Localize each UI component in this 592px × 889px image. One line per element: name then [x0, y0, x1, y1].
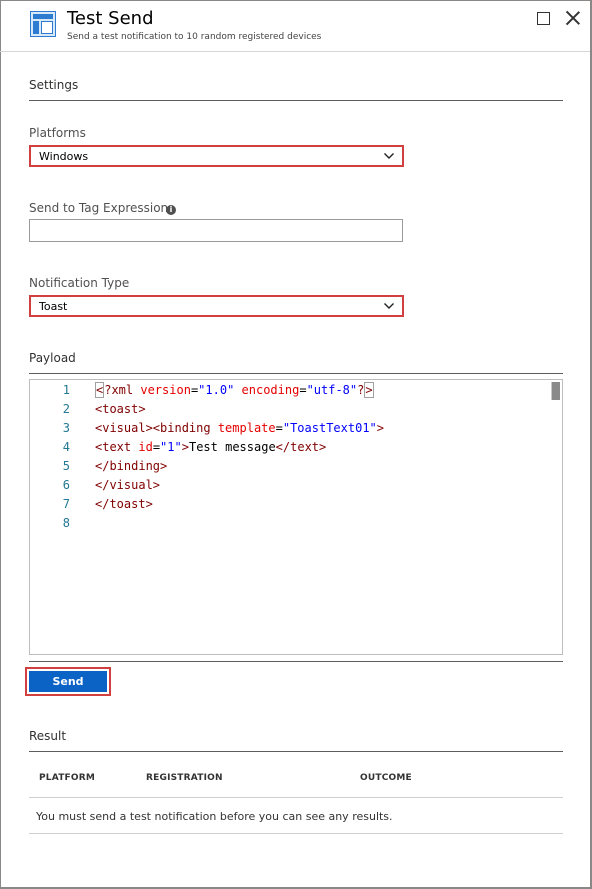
- line-number: 1: [62, 383, 70, 397]
- editor-line: 5 </binding>: [30, 459, 550, 478]
- editor-line: 7 </toast>: [30, 497, 550, 516]
- tag-expression-input[interactable]: [29, 219, 403, 242]
- platforms-selected-value: Windows: [39, 150, 89, 163]
- editor-line: 3 <visual><binding template="ToastText01…: [30, 421, 550, 440]
- page-subtitle: Send a test notification to 10 random re…: [67, 32, 322, 42]
- result-title: Result: [29, 729, 67, 743]
- code-line: <?xml version="1.0" encoding="utf-8"?>: [95, 382, 374, 398]
- line-number: 8: [62, 516, 70, 530]
- line-number: 3: [62, 421, 70, 435]
- line-number: 6: [62, 478, 70, 492]
- result-divider: [29, 751, 563, 752]
- send-button[interactable]: Send: [25, 667, 111, 696]
- editor-scrollbar[interactable]: [551, 382, 560, 400]
- column-header-platform: PLATFORM: [39, 773, 96, 783]
- send-button-label: Send: [29, 671, 107, 692]
- column-header-registration: REGISTRATION: [146, 773, 223, 783]
- platforms-label: Platforms: [29, 126, 86, 140]
- chevron-down-icon: [384, 153, 394, 159]
- blade-icon: [30, 11, 56, 37]
- tag-expression-label: Send to Tag Expression: [29, 201, 169, 215]
- maximize-icon[interactable]: [537, 12, 550, 25]
- column-header-outcome: OUTCOME: [360, 773, 412, 783]
- blade-header: Test Send Send a test notification to 10…: [0, 0, 590, 52]
- code-line: </binding>: [95, 459, 168, 473]
- code-line: </visual>: [95, 478, 161, 492]
- notification-type-selected-value: Toast: [39, 300, 68, 313]
- settings-divider: [29, 100, 563, 101]
- platforms-select[interactable]: Windows: [29, 145, 404, 167]
- settings-title: Settings: [29, 78, 79, 92]
- editor-line: 8: [30, 516, 550, 535]
- payload-divider: [29, 373, 563, 374]
- notification-type-label: Notification Type: [29, 276, 130, 290]
- code-line: <visual><binding template="ToastText01">: [95, 421, 385, 435]
- notification-type-select[interactable]: Toast: [29, 295, 404, 317]
- editor-line: 4 <text id="1">Test message</text>: [30, 440, 550, 459]
- code-line: <toast>: [95, 402, 146, 416]
- close-icon[interactable]: [565, 10, 581, 26]
- editor-line: 6 </visual>: [30, 478, 550, 497]
- table-row: You must send a test notification before…: [29, 799, 563, 834]
- payload-editor[interactable]: 1 <?xml version="1.0" encoding="utf-8"?>…: [29, 379, 563, 655]
- line-number: 4: [62, 440, 70, 454]
- payload-bottom-divider: [29, 661, 563, 662]
- line-number: 7: [62, 497, 70, 511]
- empty-results-message: You must send a test notification before…: [36, 810, 393, 823]
- info-icon[interactable]: i: [166, 205, 176, 215]
- page-title: Test Send: [67, 8, 154, 29]
- line-number: 2: [62, 402, 70, 416]
- code-line: </toast>: [95, 497, 153, 511]
- chevron-down-icon: [384, 303, 394, 309]
- result-table-header: PLATFORM REGISTRATION OUTCOME: [29, 760, 563, 798]
- editor-line: 1 <?xml version="1.0" encoding="utf-8"?>: [30, 382, 550, 402]
- editor-line: 2 <toast>: [30, 402, 550, 421]
- code-line: <text id="1">Test message</text>: [95, 440, 327, 454]
- line-number: 5: [62, 459, 70, 473]
- payload-label: Payload: [29, 351, 76, 365]
